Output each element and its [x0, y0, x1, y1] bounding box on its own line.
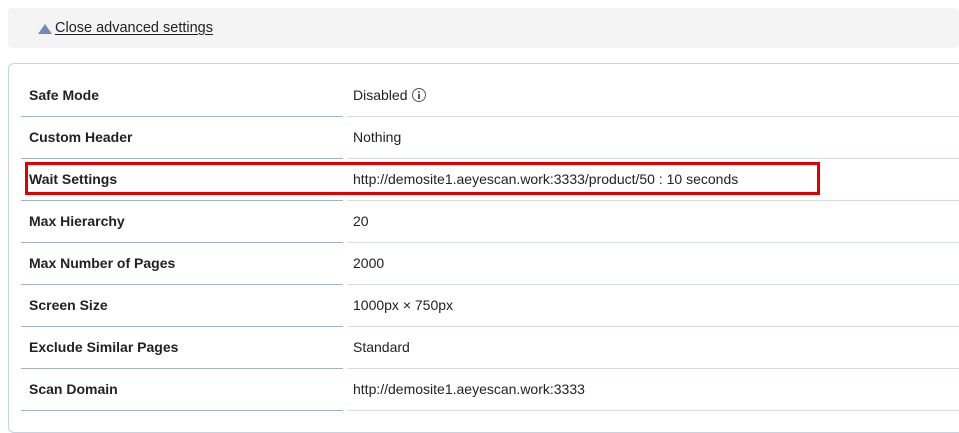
setting-value: http://demosite1.aeyescan.work:3333/prod…: [353, 171, 739, 187]
value-cell: 20: [347, 201, 959, 243]
setting-label: Screen Size: [29, 297, 108, 313]
setting-value: http://demosite1.aeyescan.work:3333: [353, 381, 585, 397]
label-cell: Custom Header: [21, 117, 343, 159]
settings-row-wait-settings: Wait Settings http://demosite1.aeyescan.…: [21, 159, 959, 201]
label-cell: Scan Domain: [21, 369, 343, 411]
setting-label: Exclude Similar Pages: [29, 339, 179, 355]
info-icon[interactable]: [412, 88, 427, 102]
settings-row-max-hierarchy: Max Hierarchy 20: [21, 201, 959, 243]
setting-value: 2000: [353, 255, 385, 271]
settings-row-exclude-similar-pages: Exclude Similar Pages Standard: [21, 327, 959, 369]
setting-label: Max Number of Pages: [29, 255, 176, 271]
setting-value: Standard: [353, 339, 410, 355]
label-cell: Max Hierarchy: [21, 201, 343, 243]
close-advanced-settings-label[interactable]: Close advanced settings: [55, 20, 213, 36]
setting-label: Wait Settings: [29, 171, 118, 187]
setting-value: 20: [353, 213, 369, 229]
setting-value: 1000px × 750px: [353, 297, 454, 313]
setting-label: Scan Domain: [29, 381, 118, 397]
value-cell: http://demosite1.aeyescan.work:3333/prod…: [347, 159, 959, 201]
value-cell: Nothing: [347, 117, 959, 159]
value-cell: Standard: [347, 327, 959, 369]
setting-value: Nothing: [353, 129, 402, 145]
advanced-settings-toggle-bar: Close advanced settings: [8, 8, 959, 48]
settings-row-safe-mode: Safe Mode Disabled: [21, 75, 959, 117]
settings-row-scan-domain: Scan Domain http://demosite1.aeyescan.wo…: [21, 369, 959, 411]
settings-row-screen-size: Screen Size 1000px × 750px: [21, 285, 959, 327]
close-advanced-settings-link[interactable]: Close advanced settings: [38, 20, 213, 36]
setting-label: Max Hierarchy: [29, 213, 125, 229]
value-cell: 2000: [347, 243, 959, 285]
settings-row-custom-header: Custom Header Nothing: [21, 117, 959, 159]
safe-mode-value: Disabled: [353, 87, 408, 103]
value-cell: 1000px × 750px: [347, 285, 959, 327]
setting-label: Custom Header: [29, 129, 133, 145]
setting-label: Safe Mode: [29, 87, 100, 103]
value-cell: Disabled: [347, 75, 959, 117]
settings-row-max-number-of-pages: Max Number of Pages 2000: [21, 243, 959, 285]
label-cell: Screen Size: [21, 285, 343, 327]
label-cell: Max Number of Pages: [21, 243, 343, 285]
label-cell: Wait Settings: [21, 159, 343, 201]
setting-value: Disabled: [353, 87, 427, 103]
label-cell: Safe Mode: [21, 75, 343, 117]
triangle-up-icon: [38, 23, 52, 34]
label-cell: Exclude Similar Pages: [21, 327, 343, 369]
value-cell: http://demosite1.aeyescan.work:3333: [347, 369, 959, 411]
